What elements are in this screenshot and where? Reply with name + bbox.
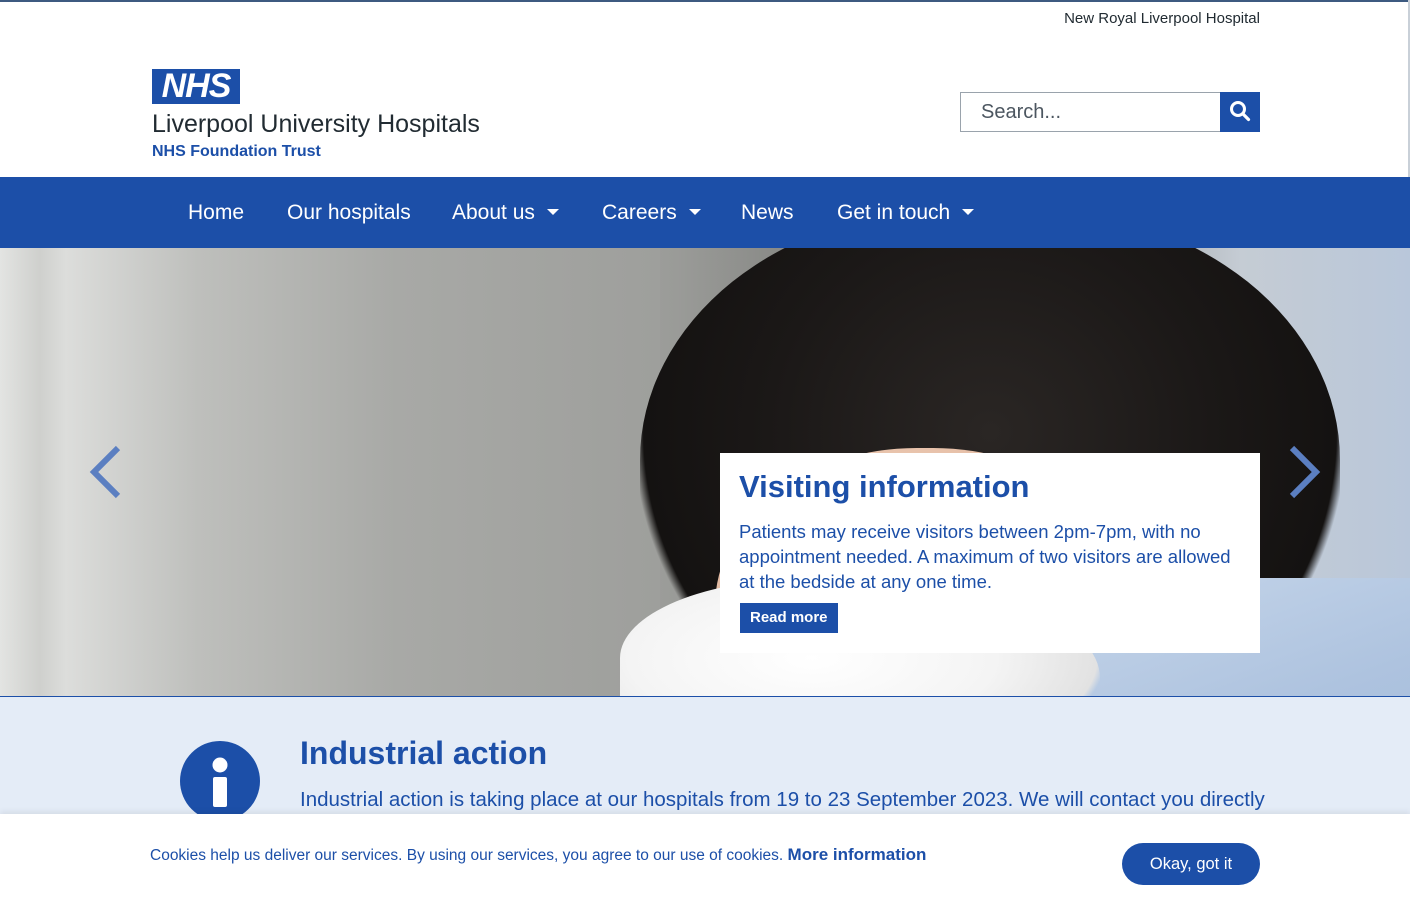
main-navigation: Home Our hospitals About us Careers News… (0, 177, 1410, 248)
cookie-message: Cookies help us deliver our services. By… (150, 845, 926, 865)
chevron-left-icon (88, 444, 128, 500)
caption-text: Patients may receive visitors between 2p… (739, 521, 1231, 592)
nav-item-label: News (741, 201, 794, 224)
nav-item-about-us[interactable]: About us (452, 177, 559, 248)
trust-logo[interactable]: NHS Liverpool University Hospitals NHS F… (152, 69, 512, 160)
alert-title: Industrial action (300, 735, 548, 771)
more-information-link[interactable]: More information (788, 845, 927, 864)
nav-item-news[interactable]: News (741, 177, 794, 248)
search-form (960, 92, 1260, 132)
nav-item-label: About us (452, 201, 535, 224)
caret-down-icon (546, 208, 559, 215)
nav-item-label: Get in touch (837, 201, 951, 224)
window-top-border (0, 0, 1410, 2)
new-royal-liverpool-hospital-link[interactable]: New Royal Liverpool Hospital (1064, 10, 1260, 27)
carousel-next-button[interactable] (1286, 444, 1326, 504)
nav-item-label: Our hospitals (287, 201, 411, 224)
caption-title: Visiting information (739, 469, 1030, 504)
search-icon (1229, 100, 1251, 125)
top-bar: New Royal Liverpool Hospital (0, 8, 1410, 32)
cookie-banner: Cookies help us deliver our services. By… (0, 814, 1410, 914)
nav-item-home[interactable]: Home (188, 177, 244, 248)
chevron-right-icon (1286, 444, 1326, 500)
info-icon (180, 741, 260, 821)
nav-item-get-in-touch[interactable]: Get in touch (837, 177, 975, 248)
cookie-text: Cookies help us deliver our services. By… (150, 847, 784, 864)
nav-item-our-hospitals[interactable]: Our hospitals (287, 177, 411, 248)
carousel-caption: Visiting information Patients may receiv… (720, 453, 1260, 653)
search-input[interactable] (960, 92, 1220, 132)
caret-down-icon (962, 208, 975, 215)
nhs-logo: NHS (152, 69, 240, 104)
search-button[interactable] (1220, 92, 1260, 132)
caret-down-icon (688, 208, 701, 215)
trust-name: Liverpool University Hospitals (152, 110, 480, 138)
nav-item-label: Home (188, 201, 245, 224)
nav-item-label: Careers (602, 201, 677, 224)
nav-item-careers[interactable]: Careers (602, 177, 701, 248)
accept-cookies-button[interactable]: Okay, got it (1122, 843, 1260, 885)
alert-text: Industrial action is taking place at our… (300, 788, 1265, 811)
read-more-button[interactable]: Read more (740, 603, 838, 633)
trust-subtitle: NHS Foundation Trust (152, 143, 321, 160)
site-header: NHS Liverpool University Hospitals NHS F… (0, 32, 1410, 177)
carousel-prev-button[interactable] (88, 444, 128, 504)
